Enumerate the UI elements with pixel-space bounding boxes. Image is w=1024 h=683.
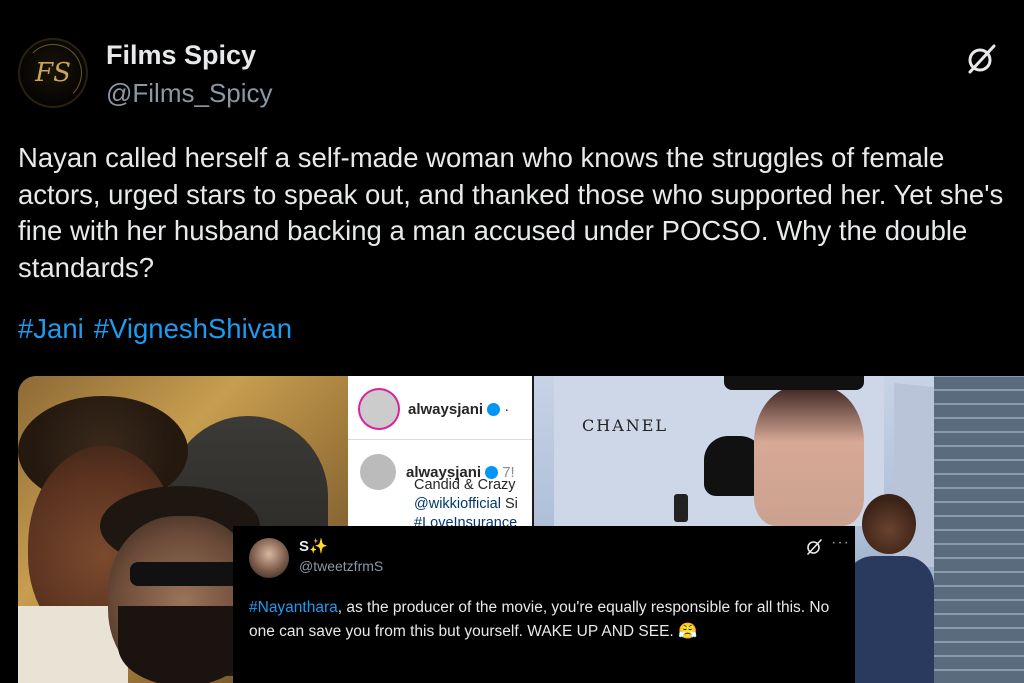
ig-avatar [360,454,396,490]
display-name[interactable]: Films Spicy [106,40,256,71]
person-body [844,556,934,683]
ig-caption-line: @wikkiofficial Si [414,496,518,512]
ig-caption: Candid & Crazy @wikkiofficial Si #LoveIn… [414,476,518,533]
billboard-brand: CHANEL [582,416,669,435]
ig-avatar [360,390,398,428]
grok-slash-icon[interactable] [964,42,998,76]
reply-avatar[interactable] [249,538,289,578]
building [934,376,1024,683]
user-handle[interactable]: @Films_Spicy [106,78,273,109]
traffic-signal [674,494,688,522]
hashtag-link[interactable]: #Nayanthara [249,599,338,616]
avatar-ring [24,44,82,102]
reply-tweet-card[interactable]: S✨ @tweetzfrmS ··· #Nayanthara, as the p… [233,526,855,683]
more-options-icon[interactable]: ··· [831,534,850,552]
person-beard [118,606,248,683]
verified-badge-icon [487,403,501,417]
ig-header-row: alwaysjani · [360,390,509,428]
person-head [862,494,916,554]
profile-avatar[interactable]: FS [18,38,88,108]
reply-handle[interactable]: @tweetzfrmS [299,558,383,574]
hashtag-link[interactable]: #Jani [18,313,84,344]
reply-display-name[interactable]: S✨ [299,537,328,555]
sunglasses [130,562,240,586]
grok-slash-icon[interactable] [805,538,823,556]
hashtag-list: #Jani #VigneshShivan [18,313,302,345]
phone-notch [724,376,864,390]
reply-text: #Nayanthara, as the producer of the movi… [249,599,830,640]
ig-username: alwaysjani · [408,400,510,418]
ig-caption-line: Candid & Crazy [414,477,516,493]
ig-divider [348,439,532,440]
hashtag-link[interactable]: #VigneshShivan [94,313,292,344]
tweet-text: Nayan called herself a self-made woman w… [18,142,1004,283]
ig-mention: @wikkiofficial [414,496,501,512]
